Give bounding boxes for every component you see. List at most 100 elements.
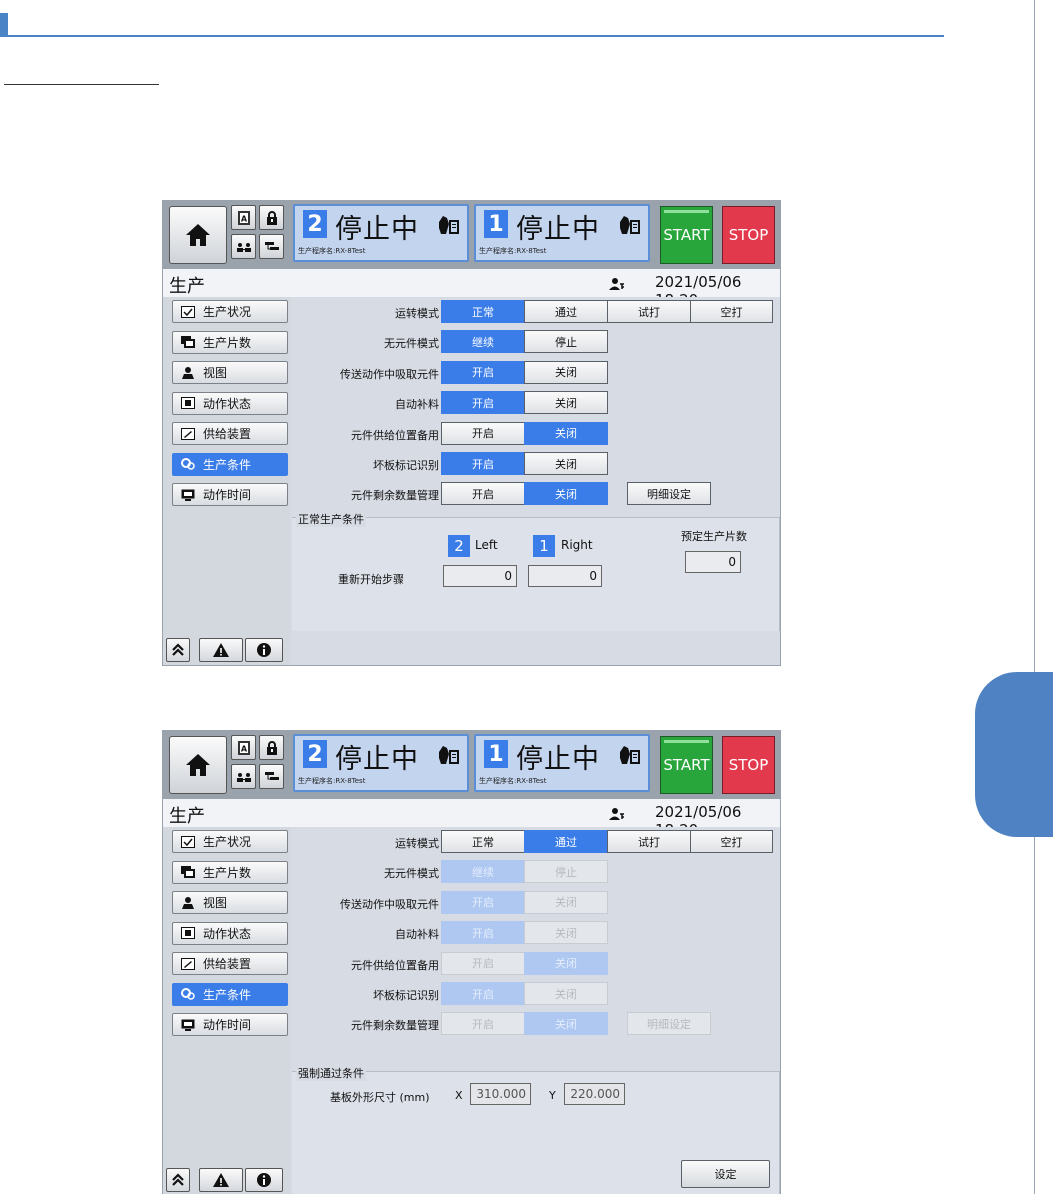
stop-button[interactable]: STOP [722,206,775,264]
lock-icon [264,210,280,225]
stop-button[interactable]: STOP [722,736,775,794]
machine-screen-1: A 2 停止中 生产程序名:RX-8Test 1 停止中 生产程序名:RX-8Test STA… [162,200,781,666]
scroll-up-button[interactable] [166,1168,190,1192]
right-restart-step-input[interactable]: 0 [528,565,602,587]
lane-2-tag: 2 [448,535,470,557]
operators-button[interactable] [231,764,256,789]
conditions-panel: 正常生产条件 2 Left 1 Right 预定生产片数 重新开始步骤 0 0 0 [292,511,780,631]
option-1-3[interactable]: 试打 [607,830,691,853]
option-6-1[interactable]: 开启 [441,452,525,475]
user-key-icon[interactable] [609,806,625,820]
home-button[interactable] [169,736,227,794]
option-1-4[interactable]: 空打 [690,300,773,323]
page-title: 生产 [169,276,205,297]
lane-program-name: 生产程序名:RX-8Test [298,777,366,785]
info-button[interactable] [245,638,283,662]
option-1-4[interactable]: 空打 [690,830,773,853]
sidebar-item-6[interactable]: 生产条件 [172,982,288,1006]
option-4-1[interactable]: 开启 [441,391,525,415]
scroll-up-button[interactable] [166,638,190,662]
svg-text:A: A [240,744,247,753]
option-7-2[interactable]: 关闭 [524,482,608,506]
option-7-1[interactable]: 开启 [441,482,525,506]
set-button[interactable]: 设定 [681,1160,770,1188]
info-button[interactable] [245,1168,283,1192]
option-5-1[interactable]: 开启 [441,421,525,445]
home-button[interactable] [169,206,227,264]
sidebar-item-1[interactable]: 生产状况 [172,300,288,323]
sidebar-item-2[interactable]: 生产片数 [172,330,288,354]
left-label: Left [475,538,498,552]
option-7-1: 开启 [441,1012,525,1036]
option-2-2: 停止 [524,860,608,884]
warning-button[interactable] [199,638,243,662]
home-icon [184,222,212,248]
detail-settings-button[interactable]: 明细设定 [627,482,711,506]
network-button[interactable] [259,234,284,259]
network-button[interactable] [259,764,284,789]
language-button[interactable]: A [231,735,256,760]
sidebar-item-label: 生产片数 [203,335,252,350]
sidebar-item-icon [181,305,203,318]
option-2-1[interactable]: 继续 [441,330,525,354]
start-button[interactable]: START [660,736,713,794]
sidebar-item-label: 动作时间 [203,1018,252,1032]
operators-icon [236,770,252,784]
sidebar-item-3[interactable]: 视图 [172,361,288,384]
sidebar-item-icon [181,489,203,501]
language-button[interactable]: A [231,205,256,230]
sidebar-item-4[interactable]: 动作状态 [172,921,288,945]
option-6-2[interactable]: 关闭 [524,452,608,475]
option-1-3[interactable]: 试打 [607,300,691,323]
user-key-icon[interactable] [609,276,625,290]
lane-1-status-panel[interactable]: 1 停止中 生产程序名:RX-8Test [474,734,650,792]
setting-label: 自动补料 [395,398,439,412]
sidebar-item-icon [181,835,203,848]
option-1-2[interactable]: 通过 [524,300,608,323]
sidebar-item-5[interactable]: 供给装置 [172,952,288,975]
sidebar-item-7[interactable]: 动作时间 [172,1013,288,1036]
doc-underline [4,84,159,85]
option-1-2[interactable]: 通过 [524,830,608,853]
operators-button[interactable] [231,234,256,259]
option-3-1[interactable]: 开启 [441,360,525,384]
setting-label: 运转模式 [395,307,439,320]
option-1-1[interactable]: 正常 [441,830,525,853]
board-y-input[interactable]: 220.000 [564,1083,625,1105]
option-2-2[interactable]: 停止 [524,330,608,354]
sidebar: 生产状况生产片数视图动作状态供给装置生产条件动作时间 [163,827,290,1194]
start-button[interactable]: START [660,206,713,264]
left-restart-step-input[interactable]: 0 [443,565,517,587]
option-6-1: 开启 [441,982,525,1005]
info-icon [256,1173,272,1187]
option-4-2: 关闭 [524,921,608,945]
option-1-1[interactable]: 正常 [441,300,525,323]
lane-2-status-panel[interactable]: 2 停止中 生产程序名:RX-8Test [293,734,469,792]
sidebar-item-1[interactable]: 生产状况 [172,830,288,853]
option-4-2[interactable]: 关闭 [524,391,608,415]
sidebar-item-4[interactable]: 动作状态 [172,391,288,415]
double-chevron-up-icon [170,643,186,657]
sidebar-item-2[interactable]: 生产片数 [172,860,288,884]
info-icon [256,643,272,657]
sidebar-item-icon [181,336,203,348]
hand-clipboard-icon [618,214,642,236]
option-3-2[interactable]: 关闭 [524,360,608,384]
network-icon [264,770,280,784]
warning-button[interactable] [199,1168,243,1192]
panel-title: 强制通过条件 [296,1065,366,1081]
board-x-input[interactable]: 310.000 [470,1083,531,1105]
planned-count-input[interactable]: 0 [685,551,741,573]
lane-1-status-panel[interactable]: 1 停止中 生产程序名:RX-8Test [474,204,650,262]
setting-label: 自动补料 [395,928,439,942]
sidebar-item-6[interactable]: 生产条件 [172,452,288,476]
double-chevron-up-icon [170,1173,186,1187]
sidebar-item-7[interactable]: 动作时间 [172,483,288,506]
lock-button[interactable] [259,205,284,230]
sidebar-item-3[interactable]: 视图 [172,891,288,914]
lane-2-status-panel[interactable]: 2 停止中 生产程序名:RX-8Test [293,204,469,262]
option-5-2[interactable]: 关闭 [524,421,608,445]
settings-content: 运转模式 正常 通过 试打 空打 无元件模式 继续 停止 传送动作中吸取元件 开启 关闭 自动补料 开启… [292,297,780,665]
lock-button[interactable] [259,735,284,760]
sidebar-item-5[interactable]: 供给装置 [172,422,288,445]
